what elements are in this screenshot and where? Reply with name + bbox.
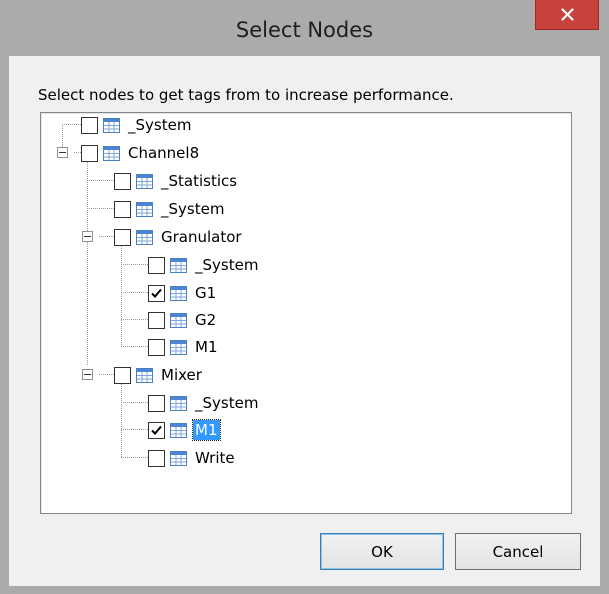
table-icon (136, 229, 153, 245)
node-label: _System (195, 256, 259, 274)
node-label: G2 (195, 311, 217, 329)
tree-node[interactable]: _System (114, 198, 226, 220)
tree-guide-line (87, 180, 114, 181)
tree-node[interactable]: Write (148, 447, 237, 469)
close-button[interactable] (535, 0, 599, 30)
tree-node[interactable]: _System (81, 114, 193, 136)
tree-guide-line (121, 380, 122, 457)
node-checkbox[interactable] (148, 311, 165, 329)
tree-guide-line (121, 319, 148, 320)
tree-node[interactable]: _Statistics (114, 170, 239, 192)
node-checkbox[interactable] (114, 366, 131, 384)
tree-guide-line (74, 152, 81, 153)
tree-guide-line (87, 208, 114, 209)
node-label: M1 (192, 419, 221, 441)
node-checkbox[interactable] (148, 394, 165, 412)
cancel-button[interactable]: Cancel (455, 533, 581, 570)
node-checkbox[interactable] (148, 421, 165, 439)
node-label: Granulator (161, 228, 242, 246)
collapse-icon[interactable] (82, 369, 93, 380)
tree-guide-line (121, 346, 148, 347)
node-label: G1 (195, 284, 217, 302)
tree-node[interactable]: Mixer (114, 364, 204, 386)
select-nodes-window: Select Nodes Select nodes to get tags fr… (0, 0, 609, 594)
tree-guide-line (121, 242, 122, 347)
collapse-icon[interactable] (82, 231, 93, 242)
node-checkbox[interactable] (114, 228, 131, 246)
tree-node[interactable]: _System (148, 254, 260, 276)
tree-node[interactable]: G1 (148, 282, 218, 304)
node-checkbox[interactable] (148, 338, 165, 356)
node-checkbox[interactable] (81, 116, 98, 134)
node-label: Write (195, 449, 235, 467)
tree-guide-line (121, 429, 148, 430)
window-title: Select Nodes (235, 18, 374, 42)
tree-guide-line (121, 402, 148, 403)
node-label: M1 (195, 338, 218, 356)
tree-guide-line (99, 236, 114, 237)
tree-node[interactable]: M1 (148, 336, 220, 358)
node-checkbox[interactable] (114, 172, 131, 190)
tree-node[interactable]: Granulator (114, 226, 244, 248)
table-icon (103, 117, 120, 133)
ok-button[interactable]: OK (320, 533, 444, 570)
table-icon (170, 450, 187, 466)
table-icon (170, 422, 187, 438)
tree-node[interactable]: _System (148, 392, 260, 414)
node-label: _System (161, 200, 225, 218)
node-label: Channel8 (128, 144, 200, 162)
tree-guide-line (121, 264, 148, 265)
title-bar[interactable]: Select Nodes (0, 0, 609, 56)
table-icon (103, 145, 120, 161)
table-icon (170, 395, 187, 411)
node-label: Mixer (161, 366, 202, 384)
tree-node[interactable]: M1 (148, 419, 221, 441)
node-checkbox[interactable] (114, 200, 131, 218)
tree-guide-line (87, 158, 88, 365)
table-icon (136, 173, 153, 189)
close-icon (561, 8, 574, 21)
checkmark-icon (151, 425, 162, 435)
tree-node[interactable]: Channel8 (81, 142, 201, 164)
collapse-icon[interactable] (57, 147, 68, 158)
table-icon (170, 285, 187, 301)
table-icon (170, 339, 187, 355)
tree-guide-line (99, 374, 114, 375)
tree-guide-line (121, 292, 148, 293)
table-icon (170, 257, 187, 273)
dialog-client-area: Select nodes to get tags from to increas… (9, 56, 600, 586)
node-label: _Statistics (161, 172, 238, 190)
tree-node[interactable]: G2 (148, 309, 218, 331)
node-tree[interactable]: _System Channel8 _Statistics _System Gra… (40, 112, 572, 514)
tree-guide-line (121, 457, 148, 458)
node-checkbox[interactable] (81, 144, 98, 162)
node-checkbox[interactable] (148, 256, 165, 274)
node-checkbox[interactable] (148, 449, 165, 467)
node-checkbox[interactable] (148, 284, 165, 302)
table-icon (136, 201, 153, 217)
node-label: _System (128, 116, 192, 134)
node-label: _System (195, 394, 259, 412)
table-icon (136, 367, 153, 383)
checkmark-icon (151, 288, 162, 298)
instruction-text: Select nodes to get tags from to increas… (38, 86, 454, 104)
tree-guide-line (62, 124, 81, 125)
table-icon (170, 312, 187, 328)
